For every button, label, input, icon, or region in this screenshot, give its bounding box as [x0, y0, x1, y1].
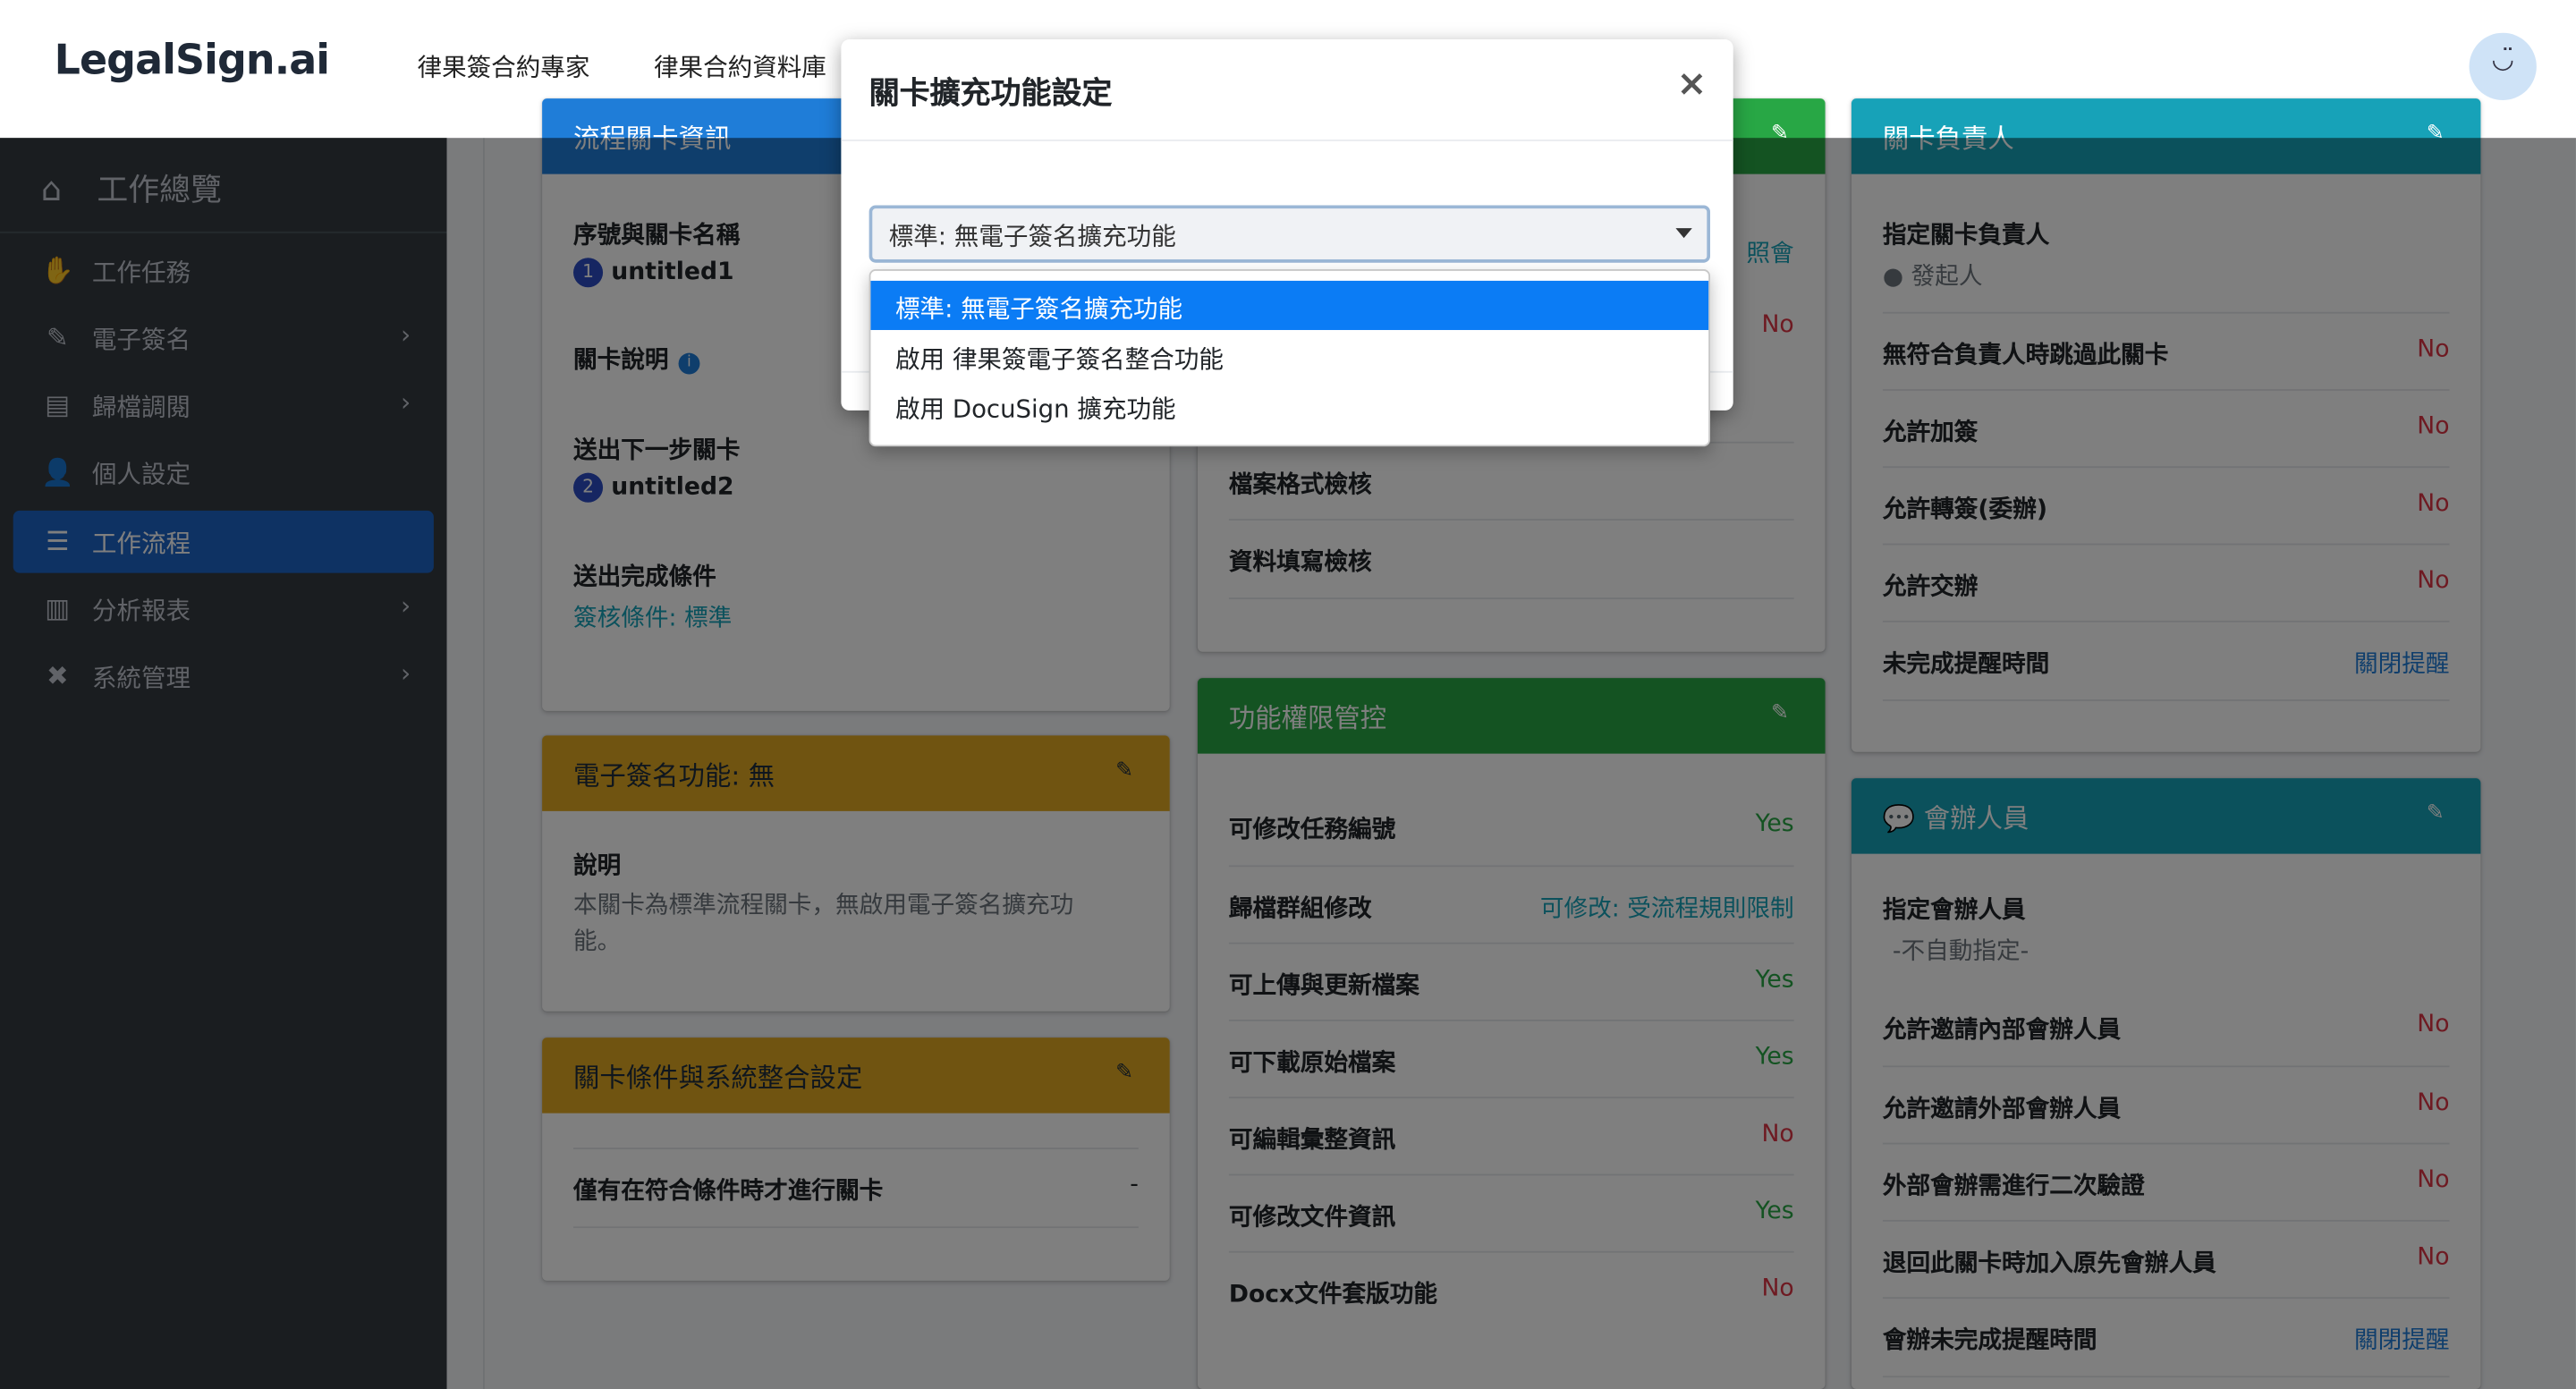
- user-avatar[interactable]: ◡̈: [2469, 32, 2537, 100]
- extension-select[interactable]: 標準: 無電子簽名擴充功能: [869, 205, 1711, 263]
- option-label: 啟用 律果簽電子簽名整合功能: [895, 344, 1224, 375]
- modal-title: 關卡擴充功能設定: [869, 77, 1113, 112]
- brand-logo[interactable]: LegalSign.ai: [55, 36, 330, 83]
- option-standard[interactable]: 標準: 無電子簽名擴充功能: [870, 280, 1709, 330]
- caret-down-icon: [1675, 228, 1692, 239]
- option-legalsign[interactable]: 啟用 律果簽電子簽名整合功能: [870, 332, 1708, 381]
- extension-select-dropdown: 標準: 無電子簽名擴充功能 啟用 律果簽電子簽名整合功能 啟用 DocuSign…: [869, 269, 1711, 447]
- modal-header: 關卡擴充功能設定 ×: [841, 39, 1733, 141]
- smile-icon: ◡̈: [2491, 42, 2515, 74]
- option-docusign[interactable]: 啟用 DocuSign 擴充功能: [870, 381, 1708, 430]
- close-icon[interactable]: ×: [1676, 64, 1707, 106]
- topnav-link-expert[interactable]: 律果簽合約專家: [418, 49, 590, 84]
- option-label: 啟用 DocuSign 擴充功能: [895, 394, 1176, 424]
- topnav-link-database[interactable]: 律果合約資料庫: [654, 49, 826, 84]
- extension-select-value: 標準: 無電子簽名擴充功能: [888, 221, 1176, 251]
- option-label: 標準: 無電子簽名擴充功能: [895, 293, 1183, 324]
